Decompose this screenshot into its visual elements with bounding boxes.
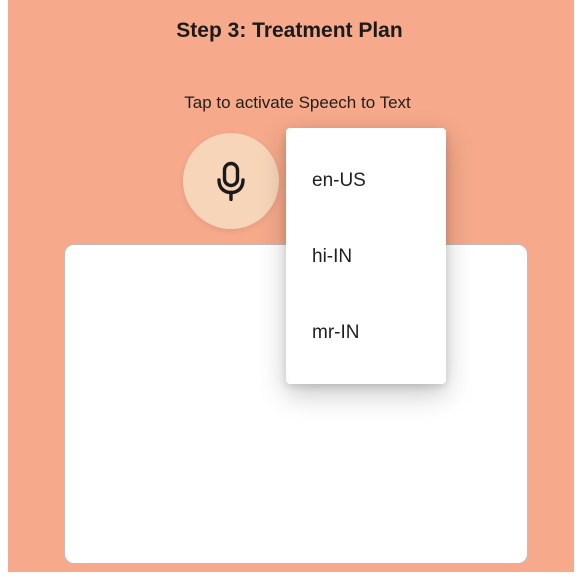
- microphone-button[interactable]: [183, 133, 279, 229]
- language-option-en-us[interactable]: en-US: [286, 161, 446, 201]
- speech-instruction: Tap to activate Speech to Text: [184, 93, 411, 112]
- language-option-mr-in[interactable]: mr-IN: [286, 313, 446, 353]
- language-dropdown-menu: en-US hi-IN mr-IN: [286, 128, 446, 384]
- page-title: Step 3: Treatment Plan: [176, 19, 403, 42]
- language-option-hi-in[interactable]: hi-IN: [286, 237, 446, 277]
- microphone-icon: [216, 161, 246, 201]
